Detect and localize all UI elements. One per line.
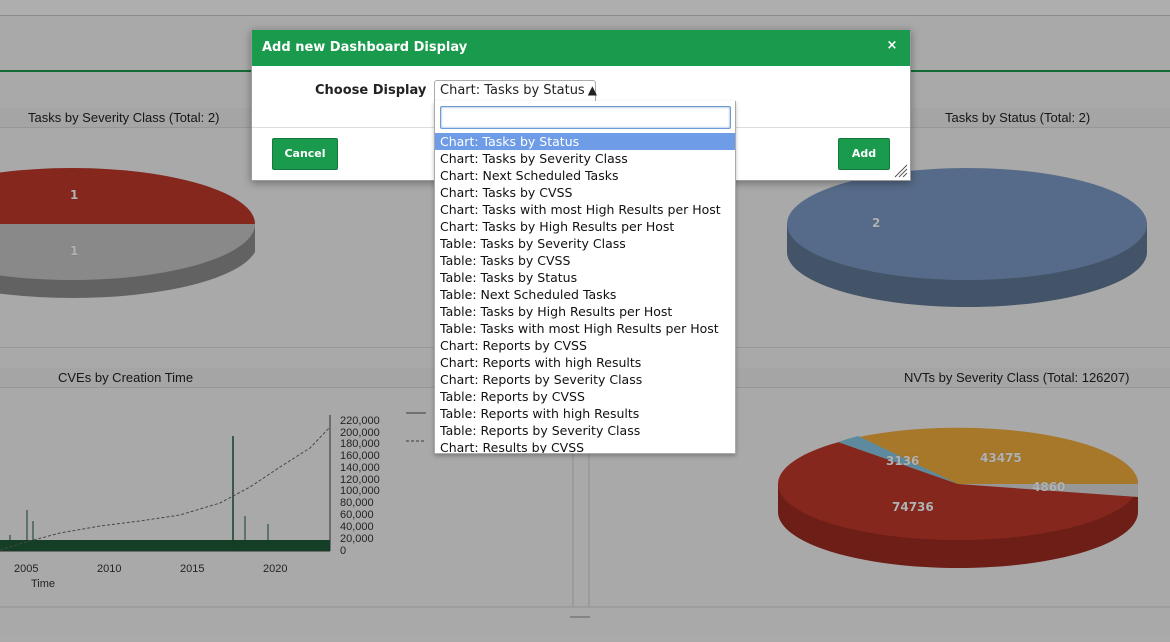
- dropdown-option[interactable]: Chart: Reports by Severity Class: [435, 371, 735, 388]
- dropdown-option[interactable]: Chart: Tasks by Status: [435, 133, 735, 150]
- dropdown-option[interactable]: Table: Reports by CVSS: [435, 388, 735, 405]
- choose-display-label: Choose Display: [315, 83, 427, 98]
- dropdown-option[interactable]: Chart: Tasks by CVSS: [435, 184, 735, 201]
- add-button[interactable]: Add: [838, 138, 890, 170]
- dropdown-option[interactable]: Chart: Tasks by High Results per Host: [435, 218, 735, 235]
- dropdown-option[interactable]: Table: Tasks by Status: [435, 269, 735, 286]
- dropdown-option[interactable]: Table: Tasks with most High Results per …: [435, 320, 735, 337]
- cancel-button[interactable]: Cancel: [272, 138, 338, 170]
- dropdown-option[interactable]: Table: Reports by Severity Class: [435, 422, 735, 439]
- dropdown-option[interactable]: Chart: Results by CVSS: [435, 439, 735, 453]
- dropdown-option[interactable]: Table: Tasks by CVSS: [435, 252, 735, 269]
- close-icon[interactable]: ×: [886, 39, 898, 53]
- dropdown-search-input[interactable]: [440, 106, 731, 129]
- dialog-header: Add new Dashboard Display ×: [252, 30, 910, 66]
- dropdown-option[interactable]: Chart: Reports with high Results: [435, 354, 735, 371]
- display-select[interactable]: Chart: Tasks by Status ▲: [434, 80, 597, 102]
- dropdown-option[interactable]: Table: Tasks by High Results per Host: [435, 303, 735, 320]
- dropdown-option[interactable]: Chart: Next Scheduled Tasks: [435, 167, 735, 184]
- dropdown-option[interactable]: Table: Next Scheduled Tasks: [435, 286, 735, 303]
- display-dropdown: Chart: Tasks by Status Chart: Tasks by Se…: [434, 101, 736, 454]
- resize-grip-icon[interactable]: [894, 164, 908, 178]
- dropdown-option[interactable]: Chart: Reports by CVSS: [435, 337, 735, 354]
- dropdown-option[interactable]: Chart: Tasks with most High Results per …: [435, 201, 735, 218]
- dropdown-options-list: Chart: Tasks by Status Chart: Tasks by Se…: [435, 133, 735, 453]
- dropdown-option[interactable]: Table: Tasks by Severity Class: [435, 235, 735, 252]
- dropdown-option[interactable]: Chart: Tasks by Severity Class: [435, 150, 735, 167]
- selected-display-value: Chart: Tasks by Status: [440, 83, 585, 98]
- caret-up-icon: ▲: [587, 83, 597, 97]
- dropdown-option[interactable]: Table: Reports with high Results: [435, 405, 735, 422]
- dialog-title: Add new Dashboard Display: [262, 40, 468, 55]
